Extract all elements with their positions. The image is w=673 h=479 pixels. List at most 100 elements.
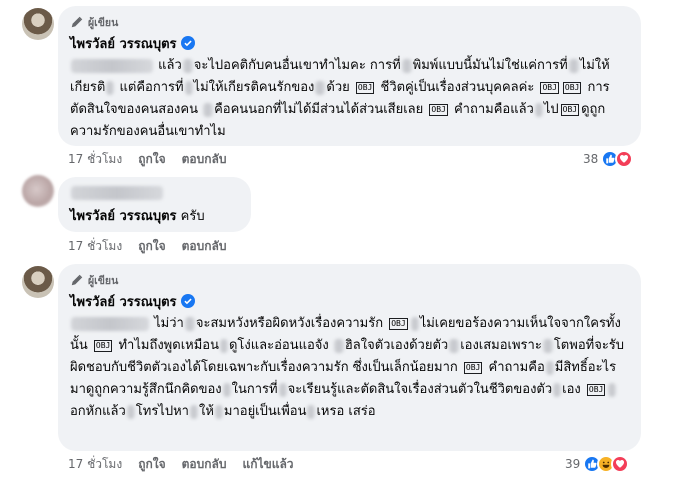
redacted-text xyxy=(553,382,562,397)
comment-actions: 17 ชั่วโมง ถูกใจ ตอบกลับ xyxy=(68,150,242,168)
reply-button[interactable]: ตอบกลับ xyxy=(182,150,227,169)
love-icon xyxy=(611,455,630,473)
edited-label[interactable]: แก้ไขแล้ว xyxy=(242,455,293,474)
like-button[interactable]: ถูกใจ xyxy=(138,237,165,256)
comment-text-segment: ดูโง่และอ่อนแอจัง xyxy=(228,338,333,353)
comment-text: ไพรวัลย์ วรรณบุตร ครับ xyxy=(70,206,239,228)
redacted-text xyxy=(106,80,115,95)
reply-button[interactable]: ตอบกลับ xyxy=(182,237,227,256)
object-replacement-glyph: OBJ xyxy=(560,103,580,116)
redacted-text xyxy=(449,338,460,353)
comment-text-segment: เอง xyxy=(562,382,585,397)
reaction-summary[interactable]: 39 xyxy=(565,454,630,474)
commenter-name[interactable]: ไพรวัลย์ วรรณบุตร xyxy=(70,33,177,54)
redacted-text xyxy=(542,338,553,353)
redacted-text xyxy=(71,316,149,331)
comment-text-segment: ทำไมถึงพูดเหมือน xyxy=(114,338,219,353)
comment-time[interactable]: 17 ชั่วโมง xyxy=(68,237,122,256)
redacted-text xyxy=(278,382,287,397)
comment-text-segment: ไม่ให้เกียรติคนรักของ xyxy=(193,80,315,95)
comment-text-segment: อกหักแล้ว xyxy=(70,404,126,419)
comment-text: แล้ว จะไปอคติกับคนอื่นเขาทำไมคะ การที่ พิม… xyxy=(70,55,629,143)
comment-text-segment: ในการที่ xyxy=(231,382,278,397)
commenter-avatar[interactable] xyxy=(22,175,54,207)
redacted-text xyxy=(182,58,193,73)
blurred-commenter-name xyxy=(71,186,163,200)
redacted-text xyxy=(608,382,617,397)
redacted-text xyxy=(126,404,135,419)
comment-text-segment: ให้ xyxy=(198,404,214,419)
comment-text-segment: เองเสมอเพราะ xyxy=(460,338,542,353)
redacted-text xyxy=(203,102,214,117)
commenter-name[interactable]: ไพรวัลย์ วรรณบุตร xyxy=(70,291,177,312)
redacted-text xyxy=(333,338,344,353)
redacted-text xyxy=(222,382,231,397)
author-badge-label: ผู้เขียน xyxy=(88,16,119,29)
comment-3: ผู้เขียน ไพรวัลย์ วรรณบุตร ไม่ว่า จะสมหวั… xyxy=(0,258,673,479)
comment-suffix: ครับ xyxy=(176,209,205,224)
reply-button[interactable]: ตอบกลับ xyxy=(182,455,227,474)
object-replacement-glyph: OBJ xyxy=(93,339,113,352)
comment-text-segment: จะสมหวังหรือผิดหวังเรื่องความรัก xyxy=(195,316,388,331)
redacted-text xyxy=(71,58,153,73)
redacted-text xyxy=(534,102,543,117)
object-replacement-glyph: OBJ xyxy=(355,81,375,94)
comment-time[interactable]: 17 ชั่วโมง xyxy=(68,150,122,169)
object-replacement-glyph: OBJ xyxy=(389,317,408,330)
comment-text-segment: จะเรียนรู้และตัดสินใจเรื่องส่วนตัวในชีวิ… xyxy=(287,382,553,397)
comment-text-segment: ฮิลใจตัวเองด้วยตัว xyxy=(344,338,449,353)
comment-actions: 17 ชั่วโมง ถูกใจ ตอบกลับ xyxy=(68,237,242,255)
comment-text-segment: มาอยู่เป็นเพื่อน xyxy=(223,404,307,419)
redacted-text xyxy=(410,316,419,331)
redacted-text xyxy=(184,316,195,331)
comment-text-segment: คือคนนอกที่ไม่ได้มีส่วนได้ส่วนเสียเลย xyxy=(214,102,428,117)
redacted-text xyxy=(545,360,554,375)
verified-badge-icon xyxy=(180,36,195,50)
verified-badge-icon xyxy=(180,294,195,308)
object-replacement-glyph: OBJ xyxy=(429,103,448,116)
love-icon xyxy=(615,150,634,168)
comment-time[interactable]: 17 ชั่วโมง xyxy=(68,455,122,474)
comment-bubble: ไพรวัลย์ วรรณบุตร ครับ xyxy=(58,177,251,232)
comment-2: ไพรวัลย์ วรรณบุตร ครับ 17 ชั่วโมง ถูกใจ … xyxy=(0,175,673,260)
comment-text-segment: ไป xyxy=(543,102,559,117)
redacted-text xyxy=(307,404,316,419)
comment-text: ไม่ว่า จะสมหวังหรือผิดหวังเรื่องความรัก O… xyxy=(70,313,629,423)
redacted-text xyxy=(184,80,193,95)
reaction-count: 39 xyxy=(565,457,581,471)
comment-text-segment: เหรอ เสร่อ xyxy=(316,404,376,419)
comment-text-segment: พิมพ์แบบนี้มันไม่ใช่แค่การที่ xyxy=(412,58,568,73)
comment-text-segment: ชีวิตคู่เป็นเรื่องส่วนบุคคลค่ะ xyxy=(376,80,539,95)
redacted-text xyxy=(189,404,198,419)
author-badge: ผู้เขียน xyxy=(70,272,629,288)
like-button[interactable]: ถูกใจ xyxy=(138,455,165,474)
comment-text-segment: คำถามคือแล้ว xyxy=(449,102,534,117)
comment-text-segment: โทรไปหา xyxy=(135,404,189,419)
author-avatar[interactable] xyxy=(22,266,54,298)
author-avatar[interactable] xyxy=(22,8,54,40)
pen-icon xyxy=(71,274,83,286)
comment-bubble: ผู้เขียน ไพรวัลย์ วรรณบุตร ไม่ว่า จะสมหวั… xyxy=(58,264,641,451)
reaction-summary[interactable]: 38 xyxy=(583,149,634,169)
comment-text-segment: คำถามคือ xyxy=(484,360,545,375)
mentioned-name[interactable]: ไพรวัลย์ วรรณบุตร xyxy=(70,209,177,224)
comment-bubble: ผู้เขียน ไพรวัลย์ วรรณบุตร แล้ว จะไปอคติก… xyxy=(58,6,641,146)
redacted-text xyxy=(219,338,228,353)
comment-1: ผู้เขียน ไพรวัลย์ วรรณบุตร แล้ว จะไปอคติก… xyxy=(0,0,673,175)
comment-text-segment: แล้ว xyxy=(154,58,182,73)
object-replacement-glyph: OBJ xyxy=(540,81,559,94)
object-replacement-glyph: OBJ xyxy=(463,361,483,374)
comment-text-segment: แต่คือการที่ xyxy=(115,80,184,95)
redacted-text xyxy=(568,58,579,73)
comment-text-segment: ด้วย xyxy=(326,80,354,95)
like-button[interactable]: ถูกใจ xyxy=(138,150,165,169)
pen-icon xyxy=(71,16,83,28)
object-replacement-glyph: OBJ xyxy=(586,383,606,396)
author-badge-label: ผู้เขียน xyxy=(88,274,119,287)
author-badge: ผู้เขียน xyxy=(70,14,629,30)
comment-text-segment: จะไปอคติกับคนอื่นเขาทำไมคะ การที่ xyxy=(193,58,401,73)
redacted-text xyxy=(401,58,412,73)
comment-text-segment: ไม่ว่า xyxy=(150,316,184,331)
comment-actions: 17 ชั่วโมง ถูกใจ ตอบกลับ แก้ไขแล้ว xyxy=(68,455,310,473)
redacted-text xyxy=(214,404,223,419)
